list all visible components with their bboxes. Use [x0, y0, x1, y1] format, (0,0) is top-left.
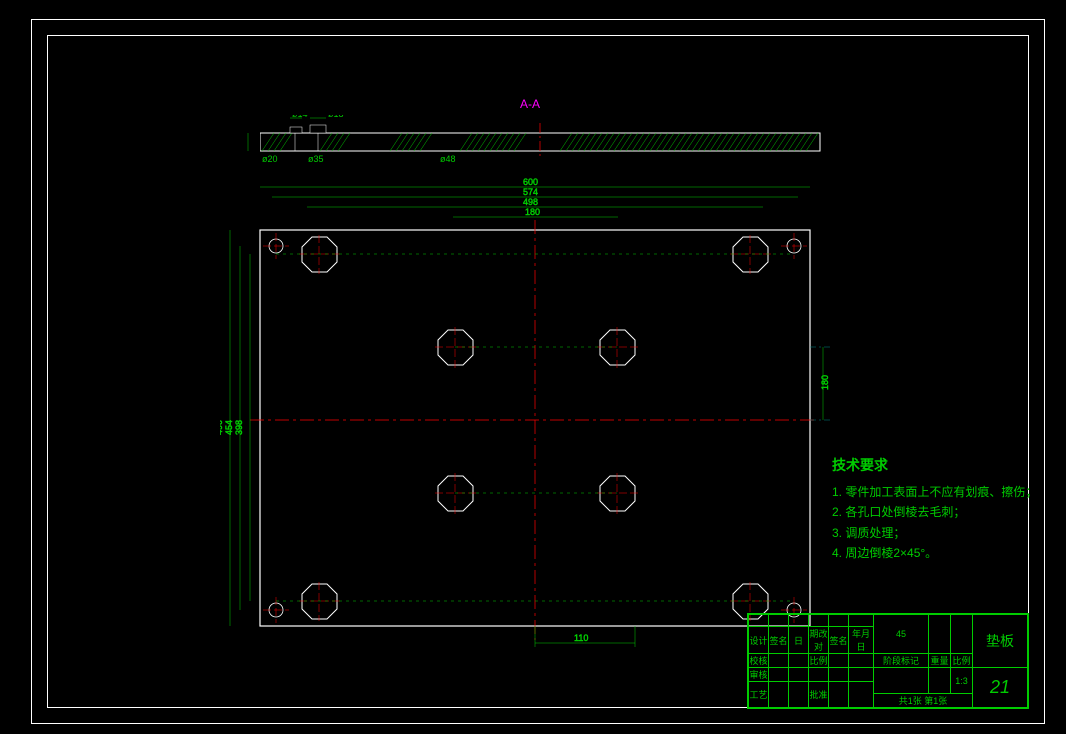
svg-text:600: 600	[523, 177, 538, 187]
tb-cell: 阶段标记	[874, 654, 929, 668]
plan-view: 600 574 498 180	[220, 175, 860, 665]
tech-req-item: 4. 周边倒棱2×45°。	[832, 543, 1037, 563]
section-height-dim: 30	[238, 115, 260, 165]
tb-cell: 日	[789, 627, 809, 654]
tb-cell: 比例	[951, 654, 973, 668]
tb-part-name: 垫板	[973, 615, 1028, 668]
tb-cell: 设计	[749, 627, 769, 654]
svg-text:30: 30	[238, 135, 240, 145]
tb-cell: 工艺	[749, 682, 769, 708]
tb-material: 45	[874, 615, 929, 654]
tb-cell: 批准	[809, 682, 829, 708]
tech-req-item: 2. 各孔口处倒棱去毛刺；	[832, 502, 1037, 522]
svg-text:ø48: ø48	[440, 154, 456, 164]
technical-requirements: 技术要求 1. 零件加工表面上不应有划痕、擦伤； 2. 各孔口处倒棱去毛刺； 3…	[832, 454, 1037, 563]
tech-req-title: 技术要求	[832, 454, 1037, 478]
svg-text:574: 574	[523, 187, 538, 197]
svg-text:ø18: ø18	[328, 115, 344, 119]
tb-cell: 比例	[809, 654, 829, 668]
tb-scale: 1:3	[951, 668, 973, 694]
svg-text:ø14: ø14	[292, 115, 308, 119]
tb-cell: 签名	[829, 627, 849, 654]
title-block: 45 垫板 设计 签名 日 期改对 签名 年月日 校核 比例 阶段标记 重量 比…	[747, 613, 1029, 709]
svg-text:498: 498	[523, 197, 538, 207]
svg-text:ø20: ø20	[262, 154, 278, 164]
tb-cell: 期改对	[809, 627, 829, 654]
svg-text:398: 398	[234, 420, 244, 435]
section-label: A-A	[520, 97, 540, 111]
svg-text:180: 180	[820, 375, 830, 390]
tb-cell: 签名	[769, 627, 789, 654]
tb-cell: 审核	[749, 668, 769, 682]
svg-text:110: 110	[574, 633, 588, 643]
tb-cell: 校核	[749, 654, 769, 668]
tb-cell: 重量	[929, 654, 951, 668]
tech-req-item: 3. 调质处理；	[832, 523, 1037, 543]
section-view-aa: ø14 ø18 ø35 ø48 ø20	[260, 115, 830, 165]
tb-cell: 年月日	[849, 627, 874, 654]
tb-sheet: 共1张 第1张	[874, 694, 973, 708]
tech-req-item: 1. 零件加工表面上不应有划痕、擦伤；	[832, 482, 1037, 502]
tb-drawing-no: 21	[973, 668, 1028, 708]
svg-text:180: 180	[525, 207, 540, 217]
svg-text:ø35: ø35	[308, 154, 324, 164]
svg-text:454: 454	[224, 420, 234, 435]
